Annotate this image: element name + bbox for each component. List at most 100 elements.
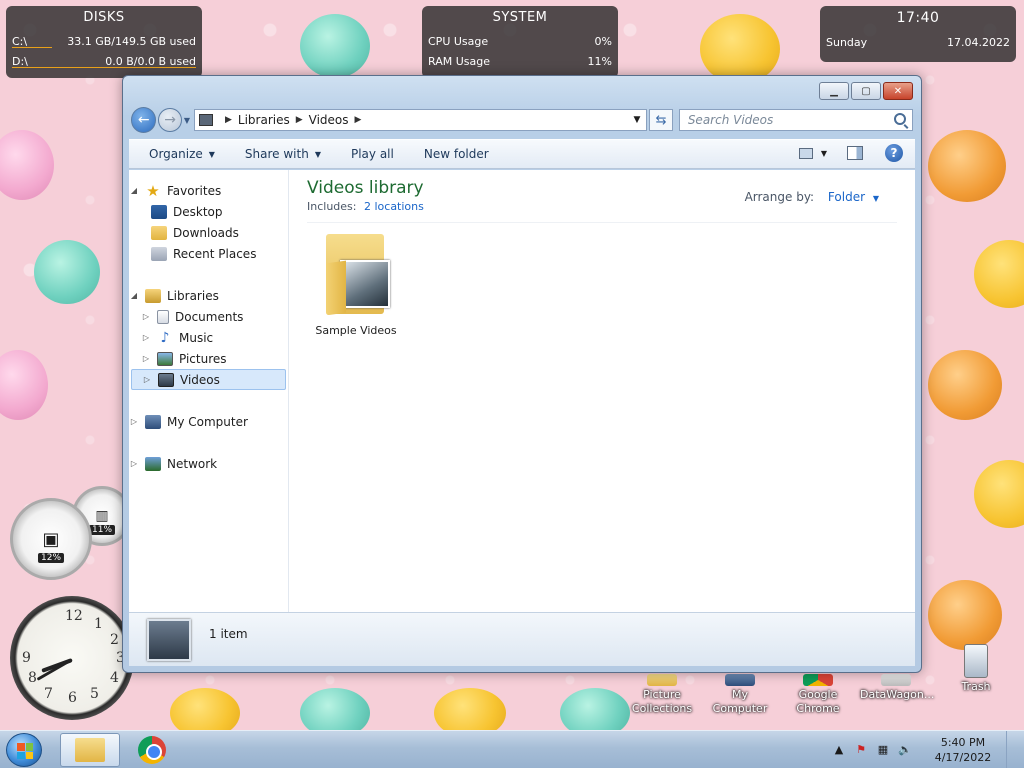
content-divider [307,222,897,223]
chevron-right-icon[interactable]: ▶ [225,115,232,125]
change-view-icon[interactable] [798,147,813,159]
chrome-icon [138,736,166,764]
nav-item-libraries[interactable]: ◢ Libraries [129,285,288,306]
arrange-by-dropdown[interactable]: Folder [828,190,865,204]
minimize-icon: ▁ [830,85,838,97]
show-desktop-button[interactable] [1006,731,1016,768]
disk-usage-bar [12,47,52,48]
arrange-by-label: Arrange by: [744,190,815,204]
desktop-icon-trash[interactable]: Trash [940,644,1012,694]
search-input[interactable]: Search Videos [688,113,773,127]
content-pane: Videos library Includes: 2 locations Arr… [289,170,915,612]
view-options-dropdown[interactable]: ▼ [821,149,827,158]
collapsed-triangle-icon[interactable]: ▷ [129,459,139,468]
desktop-icon-my-computer[interactable]: My Computer [704,674,776,716]
nav-item-documents[interactable]: ▷ Documents [129,306,288,327]
collapsed-triangle-icon[interactable]: ▷ [142,375,152,384]
disk-row-c: C:\ 33.1 GB/149.5 GB used [12,31,196,51]
nav-item-label: Desktop [173,204,223,219]
minimize-button[interactable]: ▁ [819,82,849,100]
collapsed-triangle-icon[interactable]: ▷ [141,312,151,321]
music-note-icon: ♪ [160,329,170,346]
refresh-button[interactable]: ⇆ [649,109,673,131]
taskbar-explorer-button[interactable] [60,733,120,767]
star-icon: ★ [146,181,160,200]
breadcrumb-libraries[interactable]: Libraries [238,113,290,127]
nav-item-videos[interactable]: ▷ Videos [131,369,286,390]
action-center-flag-icon[interactable]: ⚑ [854,743,868,757]
search-icon[interactable] [894,113,906,125]
computer-icon [145,414,161,429]
disk-drive-label: C:\ [12,34,28,48]
collapsed-triangle-icon[interactable]: ▷ [141,354,151,363]
nav-item-downloads[interactable]: Downloads [129,222,288,243]
view-controls: ▼ ? [798,144,903,162]
help-icon[interactable]: ? [885,144,903,162]
clock-dial-5: 5 [90,686,99,702]
close-button[interactable]: ✕ [883,82,913,100]
folder-item-label: Sample Videos [315,324,397,337]
new-folder-button[interactable]: New folder [424,147,489,161]
expanded-triangle-icon[interactable]: ◢ [129,186,139,195]
play-all-button[interactable]: Play all [351,147,394,161]
expanded-triangle-icon[interactable]: ◢ [129,291,139,300]
nav-item-my-computer[interactable]: ▷ My Computer [129,411,288,432]
nav-item-favorites[interactable]: ◢ ★ Favorites [129,180,288,201]
folder-item-sample-videos[interactable]: Sample Videos [311,232,401,337]
nav-item-desktop[interactable]: Desktop [129,201,288,222]
explorer-body: ◢ ★ Favorites Desktop Downloads Recent P… [129,170,915,612]
clock-dial-2: 2 [110,632,119,648]
collapsed-triangle-icon[interactable]: ▷ [129,417,139,426]
chevron-right-icon[interactable]: ▶ [296,115,303,125]
desktop-icon-picture-collections[interactable]: Picture Collections [626,674,698,716]
back-button[interactable]: ← [131,107,157,133]
nav-item-recent-places[interactable]: Recent Places [129,243,288,264]
chevron-down-icon: ▼ [314,149,321,159]
desktop-icon-datawagon[interactable]: DataWagon... [860,674,934,702]
chevron-down-icon[interactable]: ▼ [873,194,879,203]
datawagon-icon [881,674,911,686]
preview-pane-icon[interactable] [847,146,863,160]
start-button[interactable] [6,733,42,767]
recent-pages-dropdown[interactable]: ▼ [184,116,190,125]
nav-item-label: My Computer [167,414,248,429]
organize-button[interactable]: Organize ▼ [149,147,215,161]
network-status-icon[interactable]: ▦ [876,743,890,757]
wallpaper-mushroom-character [928,580,1002,650]
address-history-dropdown[interactable]: ▼ [633,115,640,125]
ram-usage-label: RAM Usage [428,54,490,68]
file-explorer-icon [75,738,105,762]
breadcrumb-videos[interactable]: Videos [309,113,349,127]
taskbar-clock[interactable]: 5:40 PM 4/17/2022 [928,735,998,765]
system-tray: ▲ ⚑ ▦ 🔈 5:40 PM 4/17/2022 [828,731,1016,768]
maximize-icon: ▢ [861,85,871,97]
address-bar[interactable]: ▶ Libraries ▶ Videos ▶ ▼ [193,109,648,131]
nav-item-label: Recent Places [173,246,257,261]
maximize-button[interactable]: ▢ [851,82,881,100]
search-box[interactable]: Search Videos [678,109,913,131]
desktop-icon [151,204,167,219]
volume-icon[interactable]: 🔈 [898,743,912,757]
nav-item-label: Downloads [173,225,239,240]
collapsed-triangle-icon[interactable]: ▷ [141,333,151,342]
desktop-icon-google-chrome[interactable]: Google Chrome [782,674,854,716]
chevron-right-icon[interactable]: ▶ [355,115,362,125]
clock-gadget: 17:40 Sunday 17.04.2022 [820,6,1016,62]
nav-item-network[interactable]: ▷ Network [129,453,288,474]
taskbar-chrome-button[interactable] [122,733,182,767]
disk-usage-text: 0.0 B/0.0 B used [105,54,196,68]
forward-button[interactable]: → [158,108,182,132]
cpu-gauge: ▣ 12% [10,498,92,580]
includes-label: Includes: [307,200,357,213]
show-hidden-icons-icon[interactable]: ▲ [832,743,846,757]
nav-item-pictures[interactable]: ▷ Pictures [129,348,288,369]
share-with-button[interactable]: Share with ▼ [245,147,321,161]
analog-clock: 12 1 2 3 4 5 6 7 8 9 [10,596,134,720]
pictures-icon [157,351,173,366]
ram-usage-value: 11% [587,54,612,68]
recent-places-icon [151,246,167,261]
locations-link[interactable]: 2 locations [364,200,424,213]
nav-item-music[interactable]: ▷ ♪ Music [129,327,288,348]
nav-item-label: Libraries [167,288,219,303]
cpu-gauge-label: 12% [37,553,65,563]
